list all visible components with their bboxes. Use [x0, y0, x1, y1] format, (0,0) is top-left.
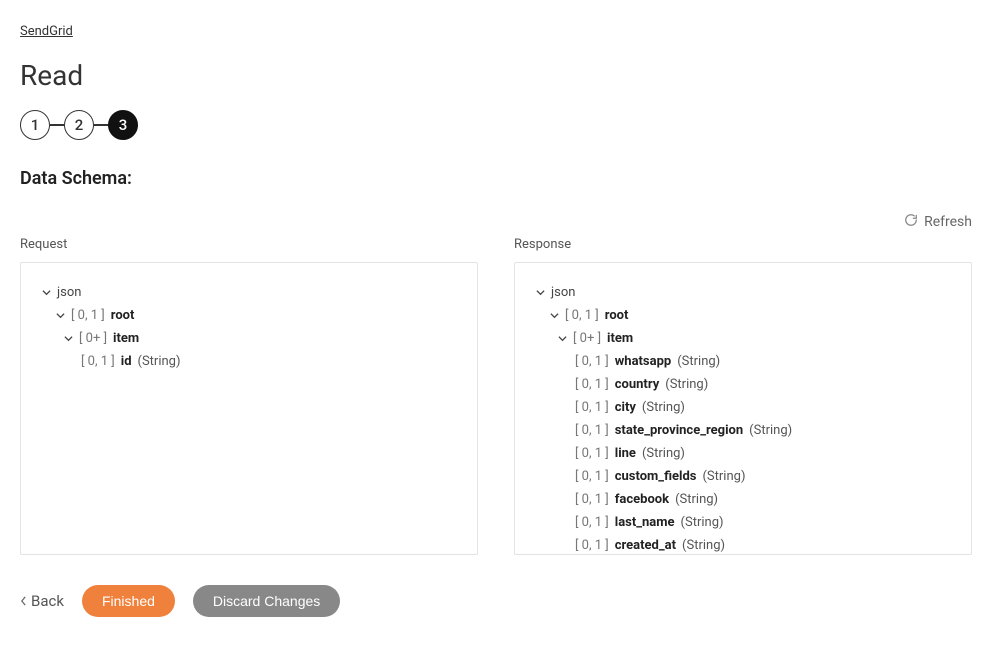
response-panel: json [ 0, 1 ] root [ 0+ ] item [ 0, 1 ] w… [514, 262, 972, 555]
step-3[interactable]: 3 [108, 110, 138, 140]
cardinality: [ 0+ ] [573, 332, 601, 345]
tree-node-name: item [113, 332, 139, 345]
chevron-down-icon[interactable] [557, 334, 567, 343]
tree-leaf[interactable]: [ 0, 1 ] city (String) [535, 396, 951, 419]
field-name: line [615, 447, 636, 460]
tree-leaf[interactable]: [ 0, 1 ] facebook (String) [535, 488, 951, 511]
chevron-down-icon[interactable] [55, 311, 65, 320]
cardinality: [ 0, 1 ] [575, 516, 609, 529]
tree-node-json[interactable]: json [41, 281, 457, 304]
field-name: whatsapp [615, 355, 671, 368]
refresh-button[interactable]: Refresh [904, 213, 972, 231]
stepper: 1 2 3 [20, 110, 972, 140]
step-2[interactable]: 2 [64, 110, 94, 140]
tree-leaf[interactable]: [ 0, 1 ] created_at (String) [535, 534, 951, 555]
tree-leaf[interactable]: [ 0, 1 ] country (String) [535, 373, 951, 396]
field-name: country [615, 378, 660, 391]
tree-leaf[interactable]: [ 0, 1 ] state_province_region (String) [535, 419, 951, 442]
tree-node-label: json [551, 286, 575, 299]
cardinality: [ 0, 1 ] [575, 447, 609, 460]
tree-node-json[interactable]: json [535, 281, 951, 304]
tree-leaf[interactable]: [ 0, 1 ] whatsapp (String) [535, 350, 951, 373]
back-label: Back [31, 592, 64, 610]
field-name: last_name [615, 516, 675, 529]
field-name: state_province_region [615, 424, 743, 437]
tree-node-name: root [605, 309, 629, 322]
tree-node-name: root [111, 309, 135, 322]
tree-leaf[interactable]: [ 0, 1 ] id (String) [41, 350, 457, 373]
cardinality: [ 0, 1 ] [575, 539, 609, 552]
section-title: Data Schema: [20, 168, 972, 189]
tree-node-item[interactable]: [ 0+ ] item [535, 327, 951, 350]
field-name: id [121, 355, 132, 368]
tree-leaf[interactable]: [ 0, 1 ] custom_fields (String) [535, 465, 951, 488]
tree-node-name: item [607, 332, 633, 345]
tree-node-root[interactable]: [ 0, 1 ] root [535, 304, 951, 327]
cardinality: [ 0+ ] [79, 332, 107, 345]
field-name: facebook [615, 493, 669, 506]
field-type: (String) [749, 424, 792, 437]
response-label: Response [514, 237, 972, 252]
request-label: Request [20, 237, 478, 252]
chevron-down-icon[interactable] [535, 288, 545, 297]
field-type: (String) [642, 447, 685, 460]
tree-node-item[interactable]: [ 0+ ] item [41, 327, 457, 350]
cardinality: [ 0, 1 ] [575, 355, 609, 368]
chevron-left-icon [20, 592, 27, 610]
finished-button[interactable]: Finished [82, 585, 175, 617]
field-type: (String) [702, 470, 745, 483]
tree-leaf[interactable]: [ 0, 1 ] line (String) [535, 442, 951, 465]
field-name: custom_fields [615, 470, 697, 483]
chevron-down-icon[interactable] [63, 334, 73, 343]
tree-node-label: json [57, 286, 81, 299]
field-type: (String) [675, 493, 718, 506]
field-type: (String) [677, 355, 720, 368]
refresh-label: Refresh [924, 214, 972, 230]
breadcrumb-sendgrid[interactable]: SendGrid [20, 24, 73, 39]
cardinality: [ 0, 1 ] [575, 470, 609, 483]
cardinality: [ 0, 1 ] [575, 424, 609, 437]
cardinality: [ 0, 1 ] [81, 355, 115, 368]
field-type: (String) [138, 355, 181, 368]
discard-button[interactable]: Discard Changes [193, 585, 340, 617]
request-panel: json [ 0, 1 ] root [ 0+ ] item [ 0, 1 ] i… [20, 262, 478, 555]
cardinality: [ 0, 1 ] [565, 309, 599, 322]
field-type: (String) [681, 516, 724, 529]
cardinality: [ 0, 1 ] [575, 401, 609, 414]
step-connector [50, 124, 64, 126]
cardinality: [ 0, 1 ] [575, 378, 609, 391]
chevron-down-icon[interactable] [549, 311, 559, 320]
field-name: created_at [615, 539, 676, 552]
field-type: (String) [642, 401, 685, 414]
field-type: (String) [682, 539, 725, 552]
back-button[interactable]: Back [20, 592, 64, 610]
field-name: city [615, 401, 636, 414]
cardinality: [ 0, 1 ] [71, 309, 105, 322]
refresh-icon [904, 213, 918, 231]
tree-leaf[interactable]: [ 0, 1 ] last_name (String) [535, 511, 951, 534]
cardinality: [ 0, 1 ] [575, 493, 609, 506]
field-type: (String) [665, 378, 708, 391]
step-connector [94, 124, 108, 126]
page-title: Read [20, 59, 972, 92]
chevron-down-icon[interactable] [41, 288, 51, 297]
step-1[interactable]: 1 [20, 110, 50, 140]
tree-node-root[interactable]: [ 0, 1 ] root [41, 304, 457, 327]
